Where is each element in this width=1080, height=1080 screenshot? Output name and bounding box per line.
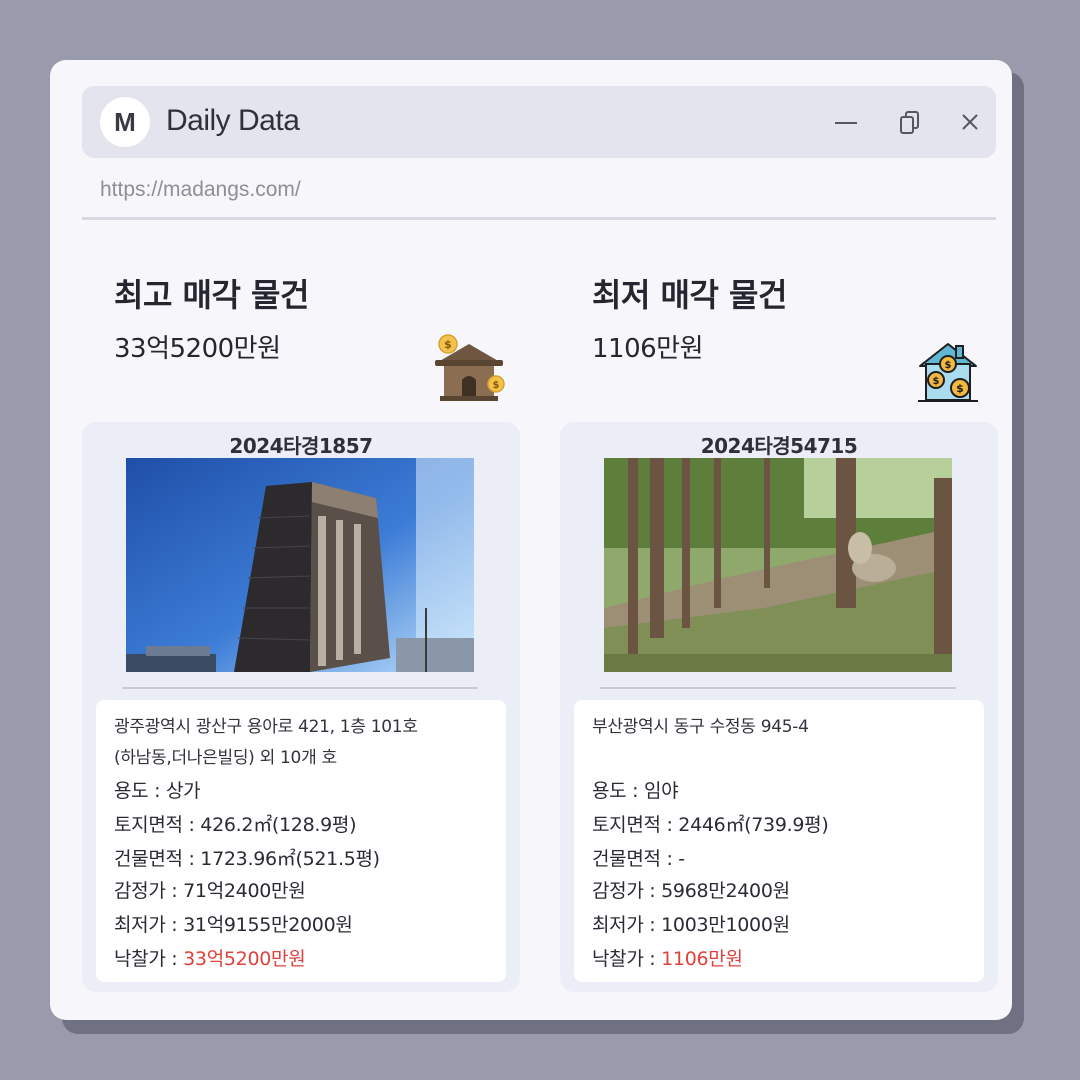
url-text[interactable]: https://madangs.com/ (100, 178, 301, 202)
winning-bid-label: 낙찰가 : (114, 948, 184, 970)
svg-text:$: $ (956, 382, 964, 395)
address-line-1: 광주광역시 광산구 용아로 421, 1층 101호 (114, 717, 418, 737)
address-line-1: 부산광역시 동구 수정동 945-4 (592, 717, 809, 737)
case-number: 2024타경1857 (229, 434, 373, 458)
winning-bid: 낙찰가 : 33억5200만원 (114, 944, 306, 971)
url-divider (82, 217, 996, 220)
app-title: Daily Data (166, 104, 300, 137)
house-with-coins-icon: $ $ (432, 332, 506, 408)
address-line-2: (하남동,더나은빌딩) 외 10개 호 (114, 748, 337, 768)
minimum-price: 최저가 : 1003만1000원 (592, 914, 790, 936)
svg-text:$: $ (444, 338, 452, 351)
minimum-price: 최저가 : 31억9155만2000원 (114, 914, 353, 936)
minimize-button[interactable] (830, 106, 862, 138)
svg-text:$: $ (493, 380, 500, 391)
building-area: 건물면적 : 1723.96㎡(521.5평) (114, 848, 380, 870)
svg-text:$: $ (945, 360, 952, 371)
close-icon (962, 114, 978, 130)
card-divider (122, 687, 478, 689)
highest-heading: 최고 매각 물건 (114, 276, 309, 314)
case-number: 2024타경54715 (700, 434, 858, 458)
svg-text:$: $ (933, 376, 940, 387)
app-logo: M (100, 97, 150, 147)
address: 부산광역시 동구 수정동 945-4 (592, 712, 972, 743)
highest-price: 33억5200만원 (114, 334, 281, 364)
copy-icon (900, 111, 919, 134)
land-area: 토지면적 : 2446㎡(739.9평) (592, 814, 829, 836)
address: 광주광역시 광산구 용아로 421, 1층 101호 (하남동,더나은빌딩) 외… (114, 712, 494, 774)
winning-bid: 낙찰가 : 1106만원 (592, 944, 743, 971)
app-window: M Daily Data https://madangs.com/ 최고 매각 … (50, 60, 1012, 1020)
copy-button[interactable] (894, 106, 926, 138)
minimize-icon (835, 122, 857, 124)
appraisal-price: 감정가 : 5968만2400원 (592, 880, 790, 902)
property-info: 광주광역시 광산구 용아로 421, 1층 101호 (하남동,더나은빌딩) 외… (96, 700, 506, 982)
appraisal-price: 감정가 : 71억2400만원 (114, 880, 306, 902)
title-bar: M Daily Data (82, 86, 996, 158)
close-button[interactable] (954, 106, 986, 138)
winning-bid-value: 33억5200만원 (183, 948, 306, 970)
home-money-icon: $ $ $ (916, 338, 980, 408)
property-info: 부산광역시 동구 수정동 945-4 용도 : 임야 토지면적 : 2446㎡(… (574, 700, 984, 982)
winning-bid-label: 낙찰가 : (592, 948, 662, 970)
lowest-card[interactable]: 2024타경54715 부산광역시 동구 수정동 945-4 용도: 임야 토… (560, 422, 998, 992)
forest-photo (604, 458, 952, 672)
lowest-heading: 최저 매각 물건 (592, 276, 787, 314)
building-area: 건물면적 : - (592, 848, 685, 870)
usage: 용도 : 상가 (114, 780, 201, 802)
lowest-price: 1106만원 (592, 334, 704, 364)
building-photo (126, 458, 474, 672)
land-area: 토지면적 : 426.2㎡(128.9평) (114, 814, 357, 836)
usage: 용도 : 임야 (592, 780, 679, 802)
card-divider (600, 687, 956, 689)
highest-card[interactable]: 2024타경1857 광주광역시 광산구 용아로 421, 1층 101호 (하… (82, 422, 520, 992)
winning-bid-value: 1106만원 (661, 948, 743, 970)
